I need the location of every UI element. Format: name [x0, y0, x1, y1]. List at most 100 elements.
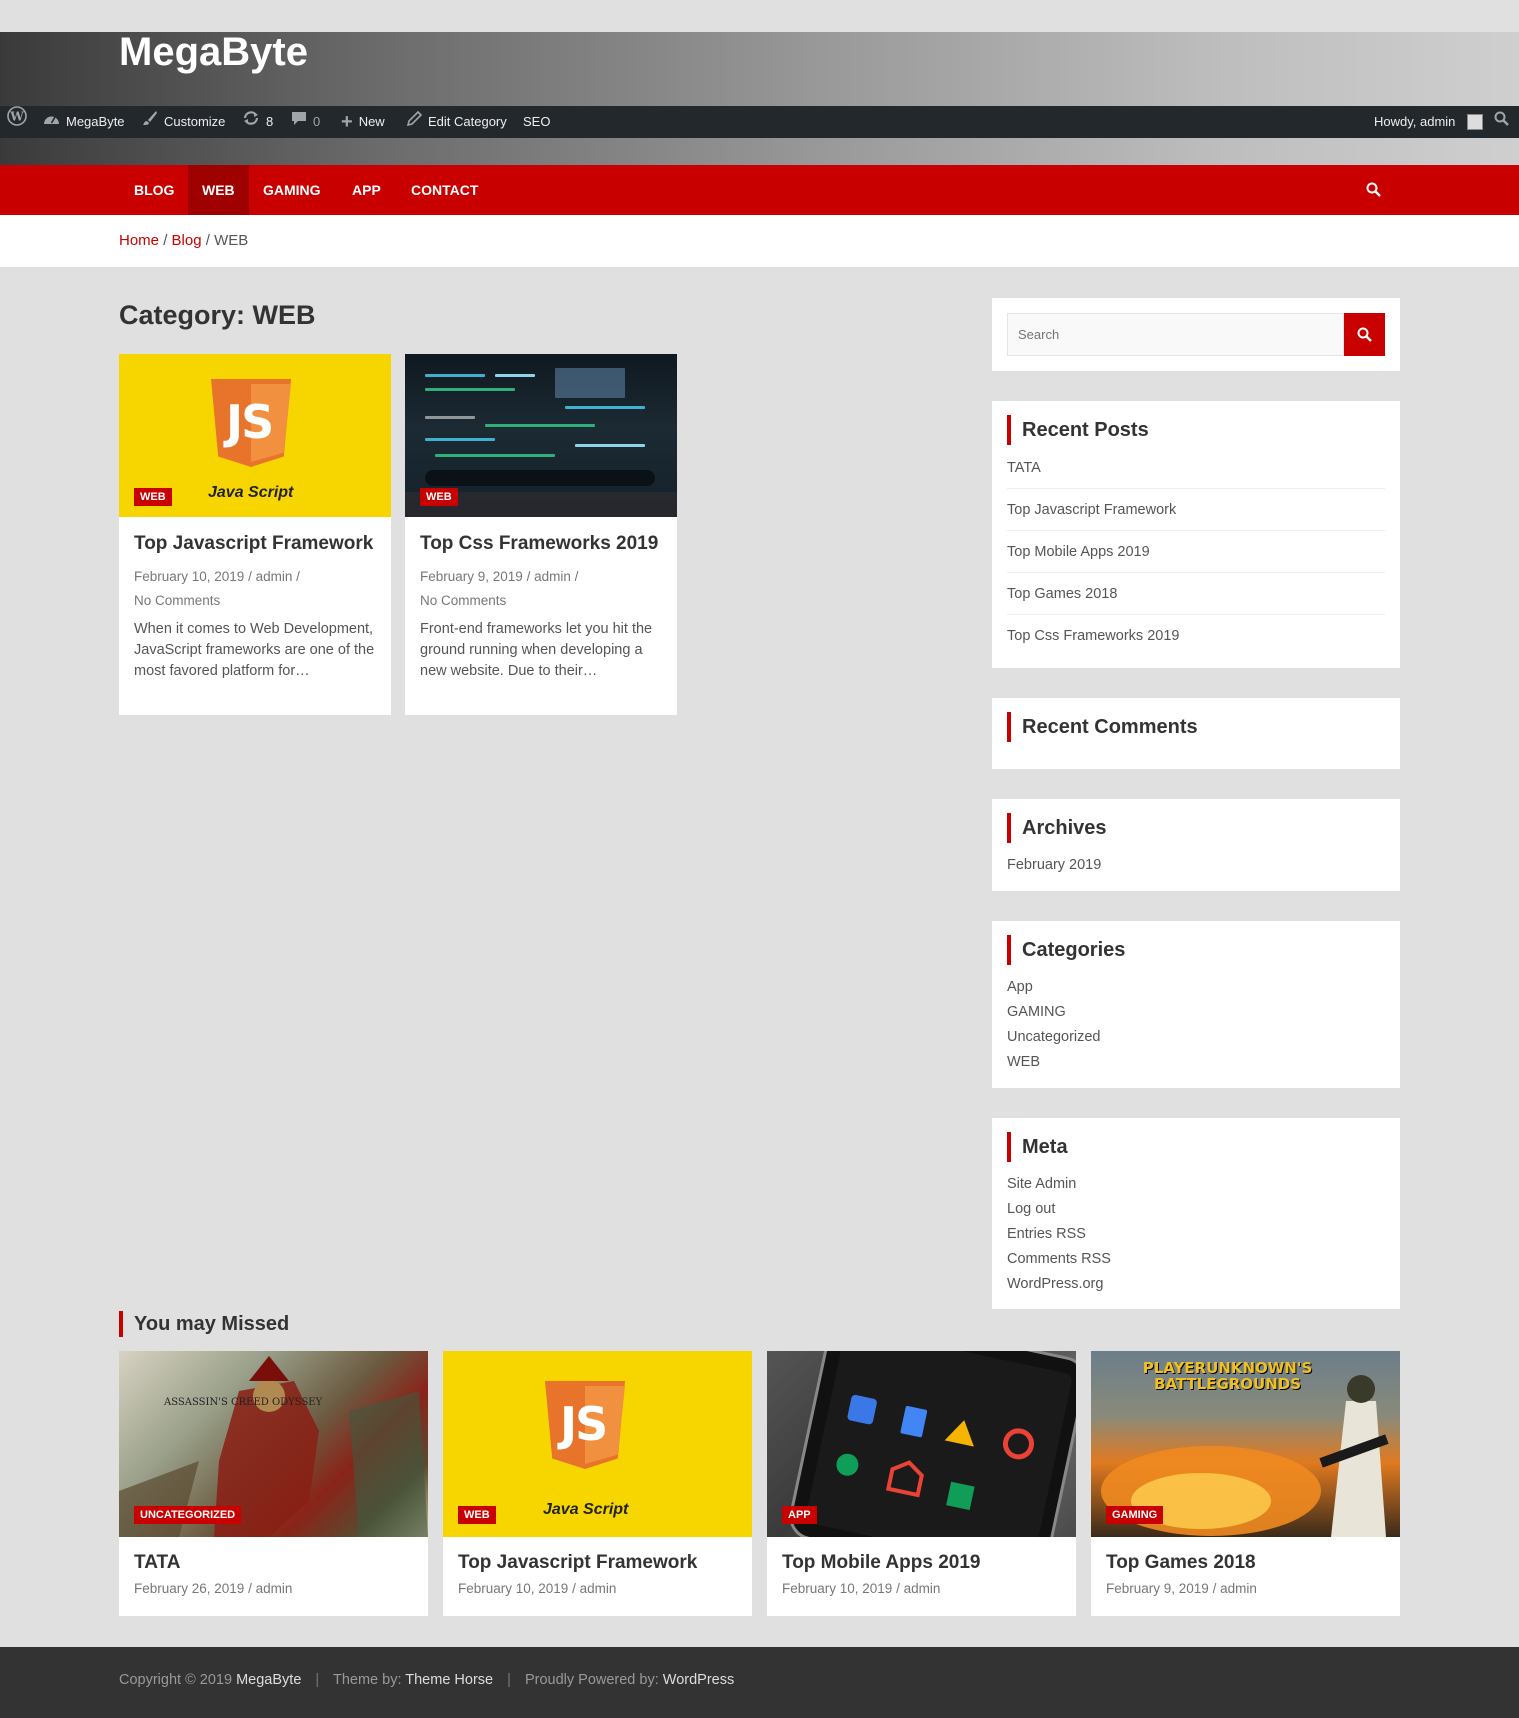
post-comments[interactable]: No Comments: [420, 593, 506, 608]
image-caption: ASSASSIN'S CREED ODYSSEY: [164, 1397, 323, 1408]
comments-link[interactable]: 0: [291, 106, 320, 138]
admin-site-menu[interactable]: MegaByte: [43, 106, 125, 138]
post-title[interactable]: TATA: [134, 1551, 413, 1576]
post-title[interactable]: Top Javascript Framework: [458, 1551, 737, 1576]
post-card: JS Java Script WEB Top Javascript Framew…: [119, 354, 391, 715]
meta-link[interactable]: Entries RSS: [1007, 1222, 1111, 1247]
post-meta: February 10, 2019 / admin / No Comments: [134, 568, 300, 608]
nav-item-web[interactable]: WEB: [188, 165, 249, 215]
post-date[interactable]: February 9, 2019: [1106, 1581, 1209, 1596]
post-author[interactable]: admin: [256, 569, 293, 584]
recent-post-link[interactable]: Top Mobile Apps 2019: [1007, 531, 1385, 573]
my-account-link[interactable]: Howdy, admin: [1374, 106, 1484, 138]
category-badge[interactable]: UNCATEGORIZED: [134, 1506, 242, 1524]
category-badge[interactable]: WEB: [420, 488, 458, 506]
category-badge[interactable]: APP: [782, 1506, 817, 1524]
category-link[interactable]: GAMING: [1007, 1000, 1101, 1025]
main-nav: BLOG WEB GAMING APP CONTACT: [0, 165, 1519, 215]
category-badge[interactable]: WEB: [134, 488, 172, 506]
category-link[interactable]: Uncategorized: [1007, 1025, 1101, 1050]
post-author[interactable]: admin: [580, 1581, 617, 1596]
wordpress-icon: W: [7, 106, 27, 138]
footer-site-link[interactable]: MegaByte: [236, 1672, 301, 1688]
recent-post-link[interactable]: Top Css Frameworks 2019: [1007, 615, 1385, 657]
post-meta: February 9, 2019 / admin: [1106, 1580, 1257, 1596]
post-title[interactable]: Top Mobile Apps 2019: [782, 1551, 1061, 1576]
new-content-link[interactable]: + New: [341, 106, 385, 138]
post-meta: February 9, 2019 / admin / No Comments: [420, 568, 579, 608]
post-author[interactable]: admin: [256, 1581, 293, 1596]
breadcrumb-bar: Home / Blog / WEB: [0, 215, 1519, 267]
post-meta: February 10, 2019 / admin: [782, 1580, 941, 1596]
theme-link[interactable]: Theme Horse: [405, 1672, 493, 1688]
comments-count: 0: [313, 114, 321, 129]
category-link[interactable]: WEB: [1007, 1050, 1101, 1075]
post-thumbnail[interactable]: JS Java Script WEB: [443, 1351, 752, 1537]
post-date[interactable]: February 10, 2019: [458, 1581, 568, 1596]
breadcrumb-home[interactable]: Home: [119, 232, 159, 249]
meta-link[interactable]: Comments RSS: [1007, 1247, 1111, 1272]
seo-link[interactable]: SEO: [523, 106, 550, 138]
image-caption: Java Script: [208, 484, 294, 501]
post-date[interactable]: February 9, 2019: [420, 569, 523, 584]
edit-category-link[interactable]: Edit Category: [406, 106, 507, 138]
category-link[interactable]: App: [1007, 975, 1101, 1000]
post-thumbnail[interactable]: ASSASSIN'S CREED ODYSSEY UNCATEGORIZED: [119, 1351, 428, 1537]
post-date[interactable]: February 10, 2019: [134, 569, 244, 584]
page-title: Category: WEB: [119, 300, 316, 330]
updates-link[interactable]: 8: [242, 106, 273, 138]
footer-separator: |: [315, 1672, 320, 1688]
nav-item-contact[interactable]: CONTACT: [397, 165, 492, 215]
archive-link[interactable]: February 2019: [1007, 853, 1101, 878]
js-logo-text: JS: [226, 395, 274, 449]
meta-link[interactable]: Site Admin: [1007, 1172, 1111, 1197]
post-title[interactable]: Top Games 2018: [1106, 1551, 1385, 1576]
post-thumbnail[interactable]: PLAYERUNKNOWN'S BATTLEGROUNDS GAMING: [1091, 1351, 1400, 1537]
post-thumbnail[interactable]: APP: [767, 1351, 1076, 1537]
plus-icon: +: [341, 111, 353, 133]
post-thumbnail[interactable]: JS Java Script WEB: [119, 354, 391, 517]
post-title[interactable]: Top Javascript Framework: [134, 532, 376, 557]
post-comments[interactable]: No Comments: [134, 593, 220, 608]
post-author[interactable]: admin: [534, 569, 571, 584]
search-widget: [992, 298, 1400, 371]
meta-widget: Meta Site Admin Log out Entries RSS Comm…: [992, 1118, 1400, 1309]
comment-icon: [291, 106, 307, 138]
category-badge[interactable]: WEB: [458, 1506, 496, 1524]
post-title[interactable]: Top Css Frameworks 2019: [420, 532, 662, 557]
site-footer: Copyright © 2019 MegaByte | Theme by: Th…: [0, 1647, 1519, 1718]
recent-post-link[interactable]: TATA: [1007, 447, 1385, 489]
post-date[interactable]: February 10, 2019: [782, 1581, 892, 1596]
nav-item-gaming[interactable]: GAMING: [249, 165, 335, 215]
meta-link[interactable]: WordPress.org: [1007, 1272, 1111, 1297]
powered-label: Proudly Powered by:: [524, 1672, 659, 1688]
nav-search-icon[interactable]: [1366, 165, 1381, 215]
search-button[interactable]: [1344, 313, 1385, 356]
wordpress-menu[interactable]: W: [7, 106, 27, 138]
edit-category-label: Edit Category: [428, 114, 507, 129]
recent-post-link[interactable]: Top Games 2018: [1007, 573, 1385, 615]
js-logo-text: JS: [560, 1397, 608, 1451]
admin-search-button[interactable]: [1494, 106, 1509, 138]
nav-item-app[interactable]: APP: [338, 165, 395, 215]
meta-link[interactable]: Log out: [1007, 1197, 1111, 1222]
breadcrumb-separator: /: [163, 232, 168, 249]
wordpress-link[interactable]: WordPress: [663, 1672, 734, 1688]
image-caption: Java Script: [543, 1501, 629, 1518]
site-title[interactable]: MegaByte: [119, 32, 308, 72]
breadcrumb-blog[interactable]: Blog: [172, 232, 202, 249]
theme-label: Theme by:: [332, 1672, 402, 1688]
post-author[interactable]: admin: [904, 1581, 941, 1596]
customize-link[interactable]: Customize: [142, 106, 225, 138]
category-badge[interactable]: GAMING: [1106, 1506, 1164, 1524]
post-meta: February 26, 2019 / admin: [134, 1580, 293, 1596]
recent-post-link[interactable]: Top Javascript Framework: [1007, 489, 1385, 531]
post-thumbnail[interactable]: WEB: [405, 354, 677, 517]
nav-item-blog[interactable]: BLOG: [120, 165, 188, 215]
footer-credits: Copyright © 2019 MegaByte | Theme by: Th…: [119, 1672, 734, 1688]
svg-text:W: W: [9, 110, 24, 124]
search-input[interactable]: [1008, 314, 1343, 355]
post-author[interactable]: admin: [1220, 1581, 1257, 1596]
footer-separator: |: [507, 1672, 511, 1688]
post-date[interactable]: February 26, 2019: [134, 1581, 244, 1596]
